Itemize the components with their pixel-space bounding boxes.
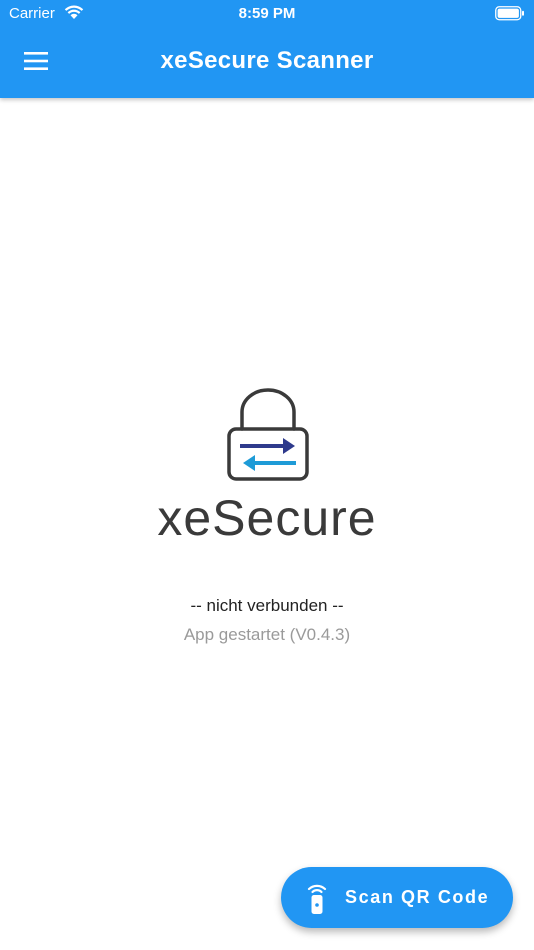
- clock: 8:59 PM: [238, 5, 296, 22]
- scan-qr-code-button[interactable]: Scan QR Code: [281, 867, 513, 928]
- padlock-icon: [227, 388, 309, 481]
- scanner-remote-icon: [305, 881, 329, 915]
- connection-status: -- nicht verbunden --: [190, 596, 344, 615]
- scan-qr-code-label: Scan QR Code: [345, 887, 490, 907]
- xesecure-logo: xeSecure: [122, 386, 412, 551]
- logo-wordmark: xeSecure: [157, 490, 377, 546]
- battery-icon: [495, 6, 525, 25]
- status-message: App gestartet (V0.4.3): [183, 625, 351, 644]
- status-bar: Carrier 8:59 PM: [0, 0, 534, 30]
- page-title: xeSecure Scanner: [160, 47, 374, 74]
- app-bar: Carrier 8:59 PM xeSecure Scanner: [0, 0, 534, 98]
